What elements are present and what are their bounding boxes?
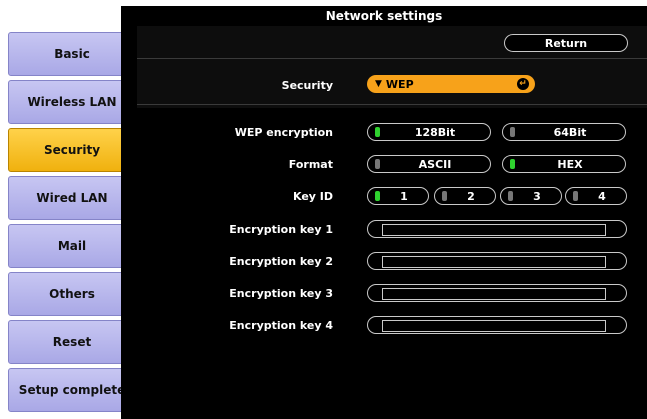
sidebar-item-label: Setup complete xyxy=(18,383,126,397)
sidebar-item-label: Mail xyxy=(57,239,87,253)
sidebar-item-label: Basic xyxy=(54,47,90,61)
encryption-key-3-field[interactable] xyxy=(367,284,627,302)
sidebar-item-basic[interactable]: Basic xyxy=(8,32,137,76)
encryption-key-3-label: Encryption key 3 xyxy=(229,287,333,300)
format-ascii-option[interactable]: ASCII xyxy=(367,155,491,173)
option-label: 128Bit xyxy=(414,125,456,139)
sidebar-item-reset[interactable]: Reset xyxy=(8,320,137,364)
sidebar: Basic Wireless LAN Security Wired LAN Ma… xyxy=(0,0,137,419)
encryption-key-1-field[interactable] xyxy=(367,220,627,238)
encryption-key-1-label: Encryption key 1 xyxy=(229,223,333,236)
sidebar-item-label: Wired LAN xyxy=(36,191,108,205)
sidebar-item-wired-lan[interactable]: Wired LAN xyxy=(8,176,137,220)
encryption-key-1-input[interactable] xyxy=(382,224,606,236)
key-id-label: Key ID xyxy=(292,190,333,203)
encryption-key-4-label: Encryption key 4 xyxy=(229,319,333,332)
sidebar-item-label: Reset xyxy=(52,335,92,349)
encryption-key-2-label: Encryption key 2 xyxy=(229,255,333,268)
window-title: Network settings xyxy=(325,9,443,23)
enter-icon: ↵ xyxy=(517,78,529,90)
security-value: WEP xyxy=(385,77,414,91)
sidebar-item-label: Security xyxy=(43,143,101,157)
return-label: Return xyxy=(544,36,588,50)
security-select[interactable]: ▼ WEP ↵ xyxy=(367,75,535,93)
wep-64bit-option[interactable]: 64Bit xyxy=(502,123,626,141)
encryption-key-4-input[interactable] xyxy=(382,320,606,332)
key-id-4-option[interactable]: 4 xyxy=(565,187,627,205)
key-id-1-option[interactable]: 1 xyxy=(367,187,429,205)
option-label: 3 xyxy=(533,189,541,203)
encryption-key-4-field[interactable] xyxy=(367,316,627,334)
wep-128bit-option[interactable]: 128Bit xyxy=(367,123,491,141)
format-hex-option[interactable]: HEX xyxy=(502,155,626,173)
sidebar-item-wireless-lan[interactable]: Wireless LAN xyxy=(8,80,137,124)
wep-encryption-label: WEP encryption xyxy=(234,126,333,139)
option-label: 64Bit xyxy=(553,125,587,139)
key-id-3-option[interactable]: 3 xyxy=(500,187,562,205)
option-label: ASCII xyxy=(418,157,452,171)
sidebar-item-others[interactable]: Others xyxy=(8,272,137,316)
sidebar-item-setup-complete[interactable]: Setup complete xyxy=(8,368,137,412)
encryption-key-2-input[interactable] xyxy=(382,256,606,268)
option-label: HEX xyxy=(557,157,583,171)
option-label: 2 xyxy=(467,189,475,203)
main-panel: Network settings Return Security ▼ WEP ↵… xyxy=(121,6,647,419)
triangle-down-icon: ▼ xyxy=(375,79,382,89)
divider xyxy=(137,58,647,59)
key-id-2-option[interactable]: 2 xyxy=(434,187,496,205)
format-label: Format xyxy=(288,158,333,171)
option-label: 4 xyxy=(598,189,606,203)
return-button[interactable]: Return xyxy=(504,34,628,52)
option-label: 1 xyxy=(400,189,408,203)
sidebar-item-security[interactable]: Security xyxy=(8,128,136,172)
encryption-key-3-input[interactable] xyxy=(382,288,606,300)
sidebar-item-mail[interactable]: Mail xyxy=(8,224,137,268)
security-label: Security xyxy=(281,79,333,92)
divider xyxy=(137,104,647,105)
sidebar-item-label: Wireless LAN xyxy=(27,95,117,109)
sidebar-item-label: Others xyxy=(49,287,95,301)
encryption-key-2-field[interactable] xyxy=(367,252,627,270)
